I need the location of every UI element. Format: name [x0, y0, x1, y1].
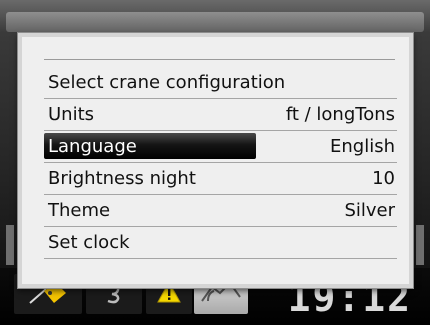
menu-item-label: Theme	[48, 200, 111, 221]
menu-item-value: ft / longTons	[285, 104, 395, 125]
menu-item-label: Brightness night	[48, 168, 196, 189]
menu-item-label: Select crane configuration	[48, 72, 286, 93]
right-rail	[416, 225, 424, 265]
menu-item-theme[interactable]: Theme Silver	[44, 195, 397, 227]
menu-item-value: 10	[372, 168, 395, 189]
settings-menu: Select crane configuration Units ft / lo…	[44, 67, 397, 259]
menu-item-label: Set clock	[48, 232, 130, 253]
left-rail	[6, 225, 14, 265]
menu-item-set-clock[interactable]: Set clock	[44, 227, 397, 259]
menu-item-crane-configuration[interactable]: Select crane configuration	[44, 67, 397, 99]
display-screen: 19:12 Select crane configuration Units f…	[0, 0, 430, 325]
menu-item-units[interactable]: Units ft / longTons	[44, 99, 397, 131]
settings-dialog: Select crane configuration Units ft / lo…	[18, 33, 413, 288]
menu-item-value: English	[330, 136, 395, 157]
menu-item-value: Silver	[344, 200, 395, 221]
dialog-top-divider	[44, 59, 395, 60]
menu-item-label: Units	[48, 104, 95, 125]
menu-item-language[interactable]: Language English	[44, 131, 397, 163]
menu-item-brightness-night[interactable]: Brightness night 10	[44, 163, 397, 195]
background-header	[6, 12, 424, 32]
menu-item-label: Language	[48, 136, 137, 157]
